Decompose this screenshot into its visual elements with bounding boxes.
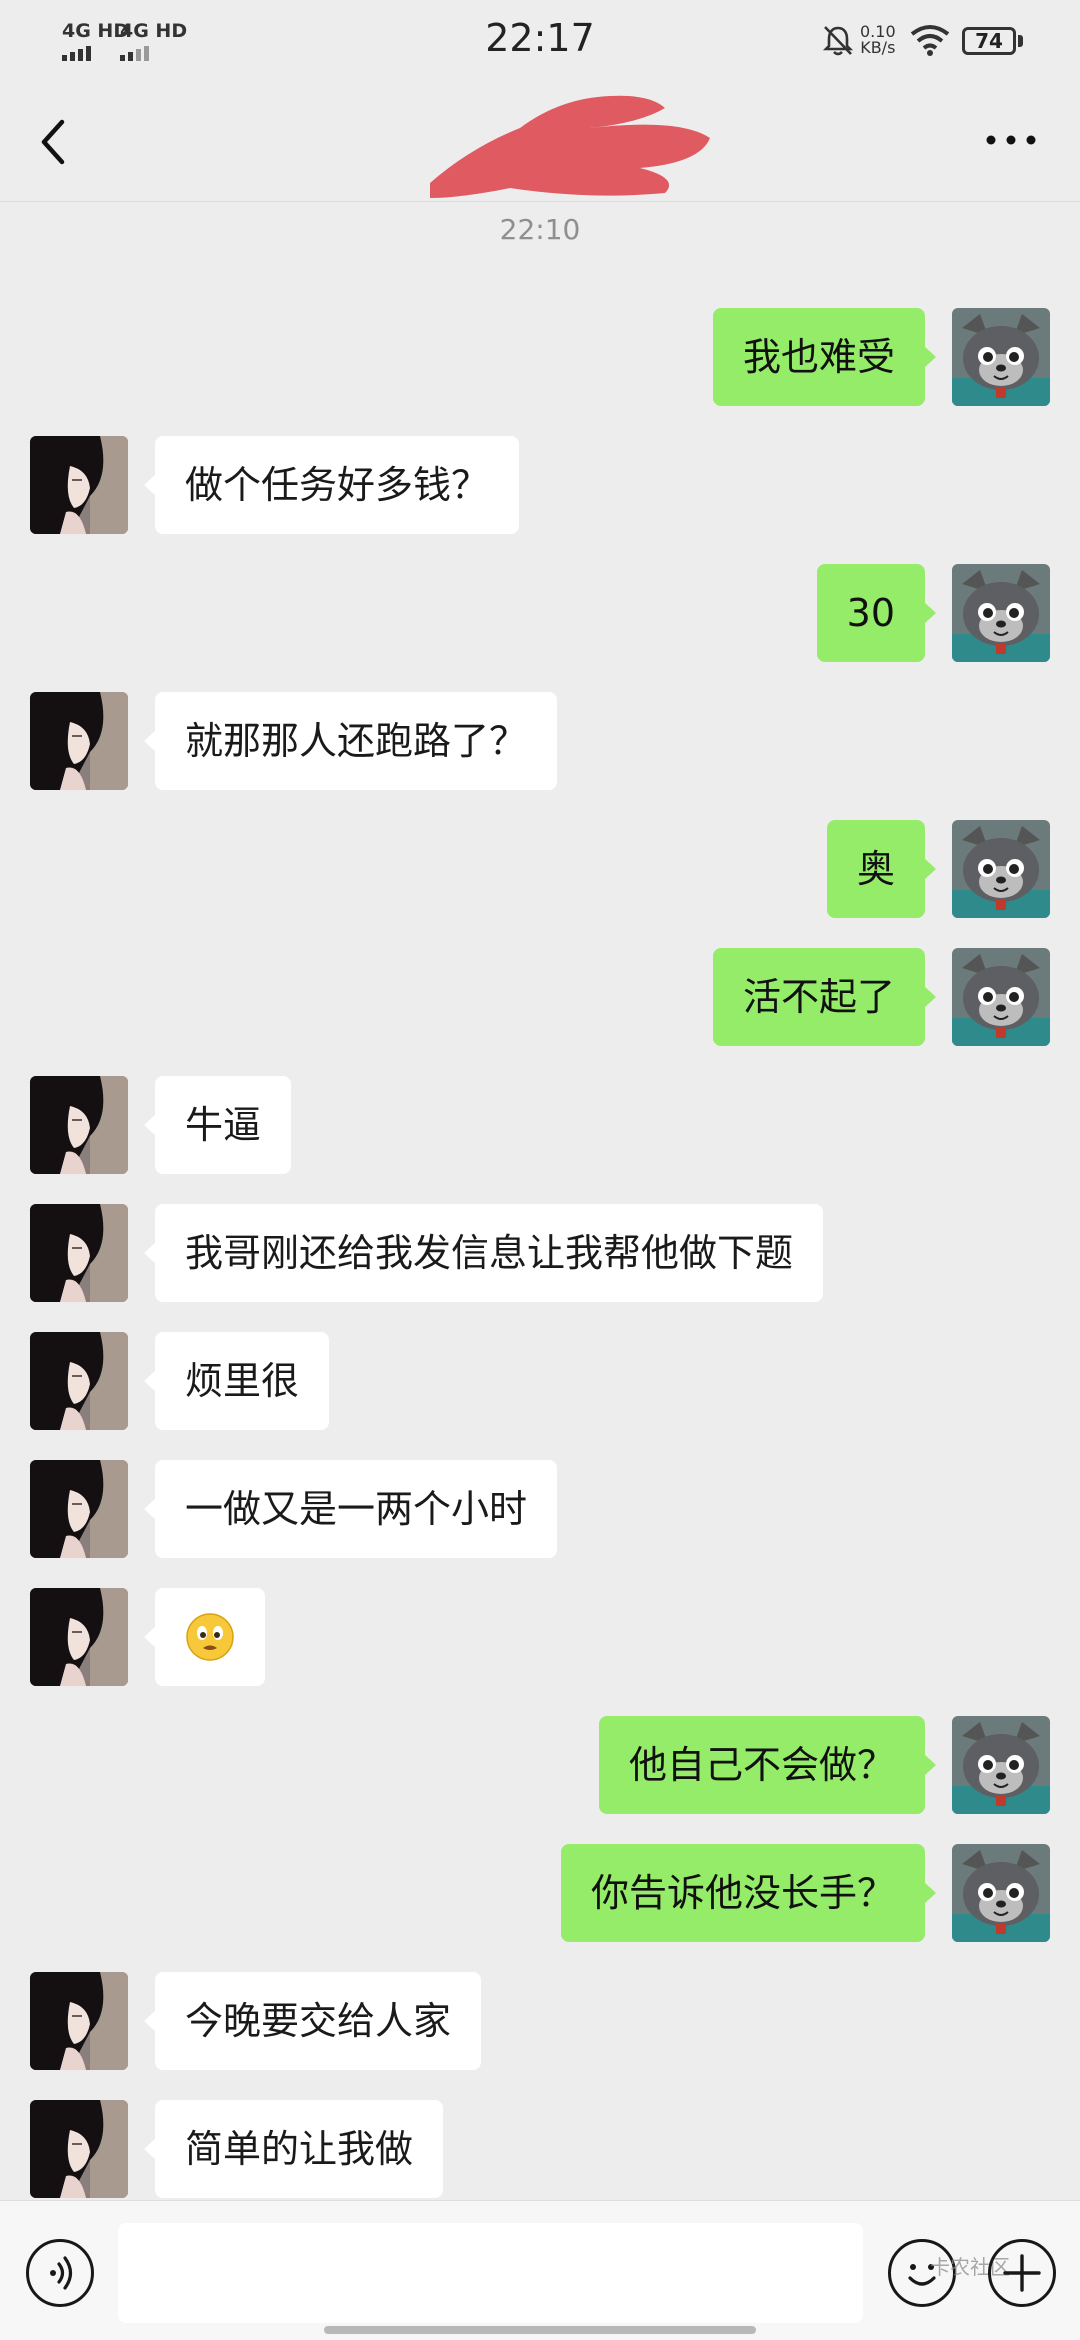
plus-icon[interactable] <box>988 2239 1056 2307</box>
message-bubble[interactable]: 就那那人还跑路了？ <box>143 692 558 790</box>
sent-message: 活不起了 <box>0 948 1080 1048</box>
my-avatar[interactable] <box>952 948 1050 1046</box>
voice-icon[interactable] <box>26 2239 94 2307</box>
wifi-icon <box>910 25 950 56</box>
contact-avatar[interactable] <box>30 1076 128 1174</box>
message-bubble[interactable]: 我哥刚还给我发信息让我帮他做下题 <box>143 1204 824 1302</box>
message-input[interactable] <box>118 2223 863 2323</box>
message-bubble[interactable]: 一做又是一两个小时 <box>143 1460 558 1558</box>
more-dots-icon[interactable] <box>980 120 1042 160</box>
message-bubble[interactable]: 活不起了 <box>712 948 937 1046</box>
my-avatar[interactable] <box>952 1844 1050 1942</box>
contact-avatar[interactable] <box>30 1588 128 1686</box>
sent-message: 我也难受 <box>0 308 1080 408</box>
received-message: 牛逼 <box>0 1076 1080 1176</box>
timestamp-divider: 22:10 <box>499 213 581 246</box>
redacted-contact-name <box>430 95 710 198</box>
home-indicator[interactable] <box>324 2326 756 2334</box>
message-bubble[interactable] <box>144 1588 265 1686</box>
message-bubble[interactable]: 他自己不会做？ <box>598 1716 937 1814</box>
message-bubble[interactable]: 牛逼 <box>143 1076 292 1174</box>
net-speed-unit: KB/s <box>860 38 896 57</box>
contact-avatar[interactable] <box>30 2100 128 2198</box>
message-bubble[interactable]: 我也难受 <box>712 308 937 406</box>
received-message: 我哥刚还给我发信息让我帮他做下题 <box>0 1204 1080 1304</box>
contact-avatar[interactable] <box>30 1204 128 1302</box>
chat-header <box>0 80 1080 202</box>
message-bubble[interactable]: 做个任务好多钱？ <box>143 436 520 534</box>
message-bubble[interactable]: 30 <box>816 564 937 662</box>
message-bubble[interactable]: 今晚要交给人家 <box>143 1972 482 2070</box>
sent-message: 奥 <box>0 820 1080 920</box>
message-bubble[interactable]: 简单的让我做 <box>143 2100 444 2198</box>
my-avatar[interactable] <box>952 820 1050 918</box>
received-message: 就那那人还跑路了？ <box>0 692 1080 792</box>
chevron-left-icon[interactable] <box>30 112 80 172</box>
received-message: 今晚要交给人家 <box>0 1972 1080 2072</box>
mute-bell-icon <box>822 26 854 56</box>
net-speed: 0.10 KB/s <box>860 24 896 56</box>
message-bubble[interactable]: 你告诉他没长手？ <box>560 1844 937 1942</box>
contact-avatar[interactable] <box>30 1972 128 2070</box>
received-message: 做个任务好多钱？ <box>0 436 1080 536</box>
contact-avatar[interactable] <box>30 1460 128 1558</box>
status-bar: 4G HD 4G HD 22:17 0.10 KB/s 74 <box>0 0 1080 80</box>
received-message: 简单的让我做 <box>0 2100 1080 2200</box>
received-message: 一做又是一两个小时 <box>0 1460 1080 1560</box>
battery-indicator: 74 <box>962 27 1016 55</box>
message-bubble[interactable]: 奥 <box>826 820 937 918</box>
battery-cap <box>1018 35 1023 47</box>
contact-avatar[interactable] <box>30 436 128 534</box>
received-message <box>0 1588 1080 1688</box>
contact-avatar[interactable] <box>30 692 128 790</box>
received-message: 烦里很 <box>0 1332 1080 1432</box>
sent-message: 30 <box>0 564 1080 664</box>
smirk-face-emoji <box>185 1612 235 1662</box>
input-bar: 卡农社区 <box>0 2200 1080 2340</box>
message-bubble[interactable]: 烦里很 <box>143 1332 330 1430</box>
my-avatar[interactable] <box>952 1716 1050 1814</box>
my-avatar[interactable] <box>952 308 1050 406</box>
sent-message: 你告诉他没长手？ <box>0 1844 1080 1944</box>
contact-avatar[interactable] <box>30 1332 128 1430</box>
my-avatar[interactable] <box>952 564 1050 662</box>
sent-message: 他自己不会做？ <box>0 1716 1080 1816</box>
